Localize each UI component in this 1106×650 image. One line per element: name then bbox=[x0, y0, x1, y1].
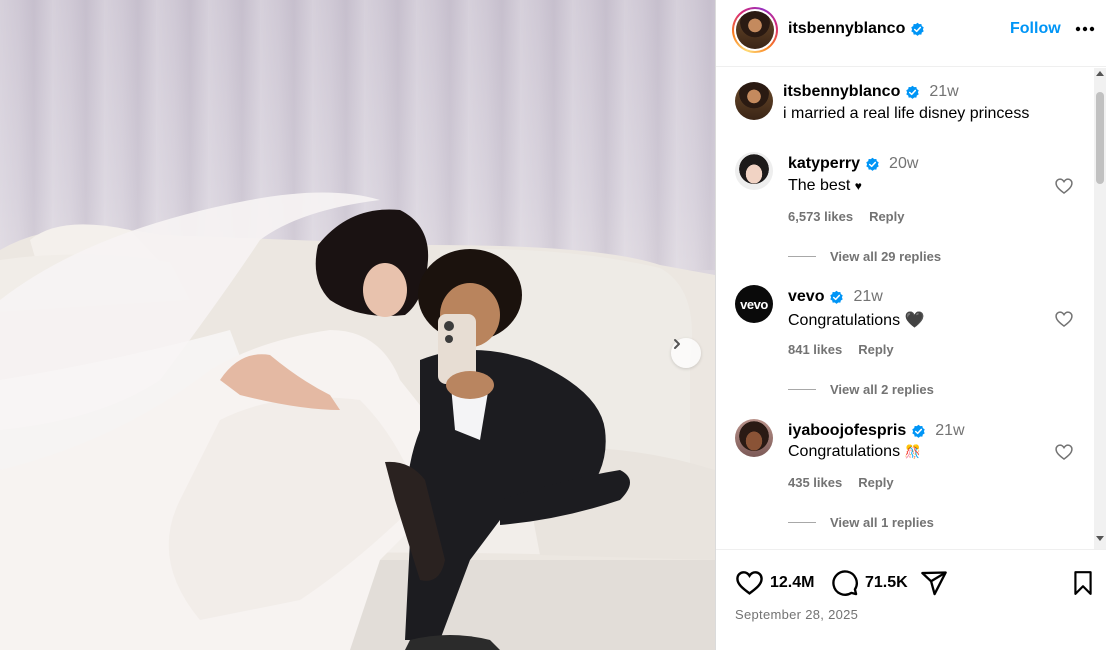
verified-badge-icon bbox=[911, 22, 925, 36]
scroll-up-arrow[interactable] bbox=[1096, 71, 1104, 76]
author-username-text[interactable]: itsbennyblanco bbox=[788, 20, 905, 38]
comment-username[interactable]: katyperry bbox=[788, 155, 860, 173]
caption-username[interactable]: itsbennyblanco bbox=[783, 83, 900, 101]
replies-divider-line bbox=[788, 389, 816, 390]
scroll-down-arrow[interactable] bbox=[1096, 536, 1104, 541]
scroll-thumb[interactable] bbox=[1096, 92, 1104, 184]
caption-header: itsbennyblanco 21w bbox=[783, 83, 959, 101]
post-photo[interactable] bbox=[0, 0, 715, 650]
caption-text: i married a real life disney princess bbox=[783, 105, 1030, 122]
heart-icon[interactable] bbox=[1054, 309, 1074, 329]
comment-meta: 435 likes Reply bbox=[788, 475, 894, 490]
katyperry-avatar[interactable] bbox=[735, 152, 773, 190]
iyaboojofespris-avatar[interactable] bbox=[735, 419, 773, 457]
comment-emoji: ♥ bbox=[854, 179, 862, 193]
like-button[interactable]: 12.4M bbox=[735, 569, 814, 596]
comment-header: vevo 21w bbox=[788, 288, 883, 306]
replies-divider-line bbox=[788, 522, 816, 523]
comment-text-body: Congratulations bbox=[788, 443, 901, 460]
heart-icon bbox=[736, 571, 763, 595]
follow-button[interactable]: Follow bbox=[1010, 20, 1061, 38]
comment-meta: 841 likes Reply bbox=[788, 342, 894, 357]
heart-icon[interactable] bbox=[1054, 442, 1074, 462]
caption-avatar[interactable] bbox=[735, 82, 773, 120]
post-side-panel: itsbennyblanco Follow itsbennyblanco 21w… bbox=[716, 0, 1106, 650]
comment-emoji: 🎊 bbox=[904, 444, 921, 459]
view-replies-button[interactable]: View all 29 replies bbox=[788, 249, 941, 264]
comment-username[interactable]: vevo bbox=[788, 288, 824, 306]
comments-scrollbar[interactable] bbox=[1094, 68, 1106, 549]
view-replies-button[interactable]: View all 1 replies bbox=[788, 515, 934, 530]
author-username[interactable]: itsbennyblanco bbox=[788, 20, 925, 38]
view-replies-label[interactable]: View all 2 replies bbox=[830, 382, 934, 397]
comment-text: Congratulations 🖤 bbox=[788, 310, 924, 330]
bookmark-icon[interactable] bbox=[1071, 570, 1095, 596]
comment-header: iyaboojofespris 21w bbox=[788, 422, 965, 440]
comment-header: katyperry 20w bbox=[788, 155, 918, 173]
post-header: itsbennyblanco Follow bbox=[716, 0, 1106, 67]
comment-username[interactable]: iyaboojofespris bbox=[788, 422, 906, 440]
comments-list[interactable]: itsbennyblanco 21w i married a real life… bbox=[716, 68, 1094, 549]
comment-likes[interactable]: 841 likes bbox=[788, 342, 842, 357]
author-avatar[interactable] bbox=[732, 7, 778, 53]
vevo-logo-text: vevo bbox=[740, 296, 768, 312]
comment-time[interactable]: 21w bbox=[935, 422, 964, 440]
more-options-icon bbox=[1075, 26, 1095, 32]
comment-text-body: The best bbox=[788, 177, 851, 194]
comment-text: The best ♥ bbox=[788, 177, 862, 195]
comment-time[interactable]: 20w bbox=[889, 155, 918, 173]
verified-badge-icon bbox=[866, 157, 879, 171]
comment-likes[interactable]: 6,573 likes bbox=[788, 209, 853, 224]
comment-icon bbox=[832, 570, 858, 596]
share-icon bbox=[921, 571, 947, 596]
comment-emoji: 🖤 bbox=[904, 312, 925, 329]
caption-time[interactable]: 21w bbox=[929, 83, 958, 101]
verified-badge-icon bbox=[912, 424, 925, 438]
like-count[interactable]: 12.4M bbox=[770, 574, 814, 592]
next-image-button[interactable] bbox=[671, 338, 701, 368]
comment-likes[interactable]: 435 likes bbox=[788, 475, 842, 490]
reply-button[interactable]: Reply bbox=[869, 209, 904, 224]
view-replies-label[interactable]: View all 29 replies bbox=[830, 249, 941, 264]
itsbennyblanco-avatar bbox=[736, 11, 774, 49]
vevo-avatar[interactable]: vevo bbox=[735, 285, 773, 323]
share-button[interactable] bbox=[919, 569, 949, 597]
view-replies-button[interactable]: View all 2 replies bbox=[788, 382, 934, 397]
verified-badge-icon bbox=[906, 85, 920, 99]
comment-time[interactable]: 21w bbox=[853, 288, 882, 306]
post-actions-bar: 12.4M 71.5K September 28, 2025 bbox=[716, 549, 1106, 650]
post-date[interactable]: September 28, 2025 bbox=[735, 607, 858, 622]
heart-icon[interactable] bbox=[1054, 176, 1074, 196]
verified-badge-icon bbox=[830, 290, 844, 304]
photo-illustration bbox=[0, 192, 715, 650]
more-options-button[interactable] bbox=[1074, 18, 1096, 40]
view-replies-label[interactable]: View all 1 replies bbox=[830, 515, 934, 530]
replies-divider-line bbox=[788, 256, 816, 257]
reply-button[interactable]: Reply bbox=[858, 342, 893, 357]
comment-text-body: Congratulations bbox=[788, 312, 901, 329]
chevron-right-icon bbox=[674, 339, 680, 349]
comment-button[interactable]: 71.5K bbox=[831, 569, 908, 597]
reply-button[interactable]: Reply bbox=[858, 475, 893, 490]
comment-text: Congratulations 🎊 bbox=[788, 443, 921, 461]
comment-count[interactable]: 71.5K bbox=[865, 574, 908, 592]
comment-meta: 6,573 likes Reply bbox=[788, 209, 904, 224]
